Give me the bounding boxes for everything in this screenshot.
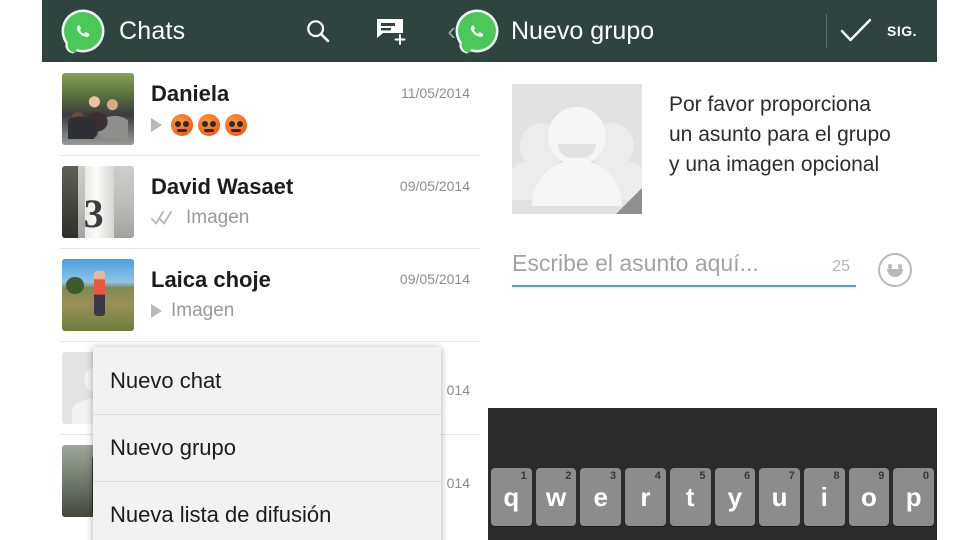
key-y[interactable]: 6y [714,468,756,526]
new-message-icon[interactable] [369,8,415,54]
next-button-label[interactable]: SIG. [887,23,917,39]
avatar[interactable] [62,72,134,145]
phone-glyph-icon [470,25,484,37]
key-number-label: 0 [922,470,930,482]
emoji-preview [171,114,247,136]
search-glyph-icon [307,20,330,43]
key-letter-label: o [861,482,877,512]
key-r[interactable]: 4r [625,468,666,526]
table-row[interactable]: 3 David Wasaet 09/05/2014 Imagen [60,155,480,248]
dog-ear-corner-icon [616,188,642,214]
chats-pane-header: Chats [64,12,185,50]
emoji-smiley-icon[interactable] [878,253,912,287]
group-prompt-text: Por favor proporciona un asunto para el … [669,84,891,214]
group-subject-field[interactable]: 25 [512,250,856,287]
prompt-line: Por favor proporciona [669,93,871,116]
key-o[interactable]: 9o [848,468,890,526]
key-number-label: 5 [699,470,706,482]
key-number-label: 3 [609,470,617,482]
double-check-icon [151,210,177,226]
whatsapp-logo-icon [64,12,102,50]
chat-date: 11/05/2014 [400,85,470,101]
key-number-label: 1 [520,470,527,482]
key-u[interactable]: 7u [759,468,800,526]
character-counter: 25 [832,258,850,275]
angry-face-emoji-icon [198,114,220,136]
play-triangle-icon [151,118,162,132]
key-w[interactable]: 2w [535,468,577,526]
avatar[interactable]: 3 [62,165,134,238]
menu-item-nueva-lista-de-difusion[interactable]: Nueva lista de difusión [93,481,441,540]
chat-date: 014 [446,474,470,491]
key-number-label: 9 [878,470,885,482]
group-setup-section: Por favor proporciona un asunto para el … [480,62,970,214]
on-screen-keyboard: 1q 2w 3e 4r 5t 6y 7u 8i 9o 0p [488,408,937,540]
chat-date: 014 [446,381,470,398]
key-number-label: 2 [565,470,572,482]
key-letter-label: u [771,482,788,512]
chat-name: Daniela [151,81,230,106]
group-avatar-placeholder-icon[interactable] [512,84,642,214]
overflow-menu: Nuevo chat Nuevo grupo Nueva lista de di… [93,347,441,540]
key-letter-label: e [593,482,608,512]
key-p[interactable]: 0p [893,468,935,526]
app-screen: Chats ‹ Nuevo grupo SIG. Daniela 11/05/2… [0,0,970,540]
key-letter-label: w [545,482,567,512]
group-subject-input[interactable] [512,250,833,277]
chat-preview: Imagen [186,207,250,228]
header-divider [825,14,827,48]
phone-glyph-icon [76,25,90,37]
keyboard-row-1: 1q 2w 3e 4r 5t 6y 7u 8i 9o 0p [488,468,937,526]
key-letter-label: p [905,482,922,512]
check-icon[interactable] [833,8,879,54]
chat-preview: Imagen [171,300,235,321]
key-letter-label: r [640,482,651,512]
chat-name: Laica choje [151,267,271,292]
new-message-glyph-icon [377,19,406,45]
key-q[interactable]: 1q [491,468,532,526]
chat-date: 09/05/2014 [399,271,470,287]
table-row[interactable]: Laica choje 09/05/2014 Imagen [60,248,480,341]
play-triangle-icon [151,304,162,318]
key-number-label: 4 [654,470,661,482]
menu-item-nuevo-chat[interactable]: Nuevo chat [93,347,441,414]
check-glyph-icon [840,18,872,42]
keyboard-suggestion-strip[interactable] [488,408,937,468]
key-letter-label: t [685,482,695,512]
double-check-glyph-icon [151,211,172,225]
new-group-pane-header: ‹ Nuevo grupo [445,12,654,50]
group-subject-row: 25 [512,250,912,287]
back-chevron-icon[interactable]: ‹ [447,18,456,44]
avatar[interactable] [62,258,134,331]
chat-name: David Wasaet [151,174,294,199]
key-t[interactable]: 5t [669,468,711,526]
prompt-line: un asunto para el grupo [669,122,891,146]
top-app-bar: Chats ‹ Nuevo grupo SIG. [42,0,937,62]
new-group-title: Nuevo grupo [510,16,655,45]
chat-date: 09/05/2014 [399,178,470,194]
menu-item-nuevo-grupo[interactable]: Nuevo grupo [93,414,441,481]
key-i[interactable]: 8i [803,468,845,526]
table-row[interactable]: Daniela 11/05/2014 [60,62,480,155]
key-number-label: 7 [788,470,795,482]
key-letter-label: y [727,482,743,512]
key-e[interactable]: 3e [580,468,622,526]
whatsapp-logo-icon [457,12,496,50]
key-number-label: 8 [833,470,840,482]
prompt-line: y una imagen opcional [669,152,880,176]
key-letter-label: i [820,482,828,512]
search-icon[interactable] [295,8,341,54]
key-letter-label: q [503,482,520,512]
chats-title: Chats [119,16,186,45]
angry-face-emoji-icon [225,114,247,136]
key-number-label: 6 [744,470,751,482]
angry-face-emoji-icon [171,114,193,136]
